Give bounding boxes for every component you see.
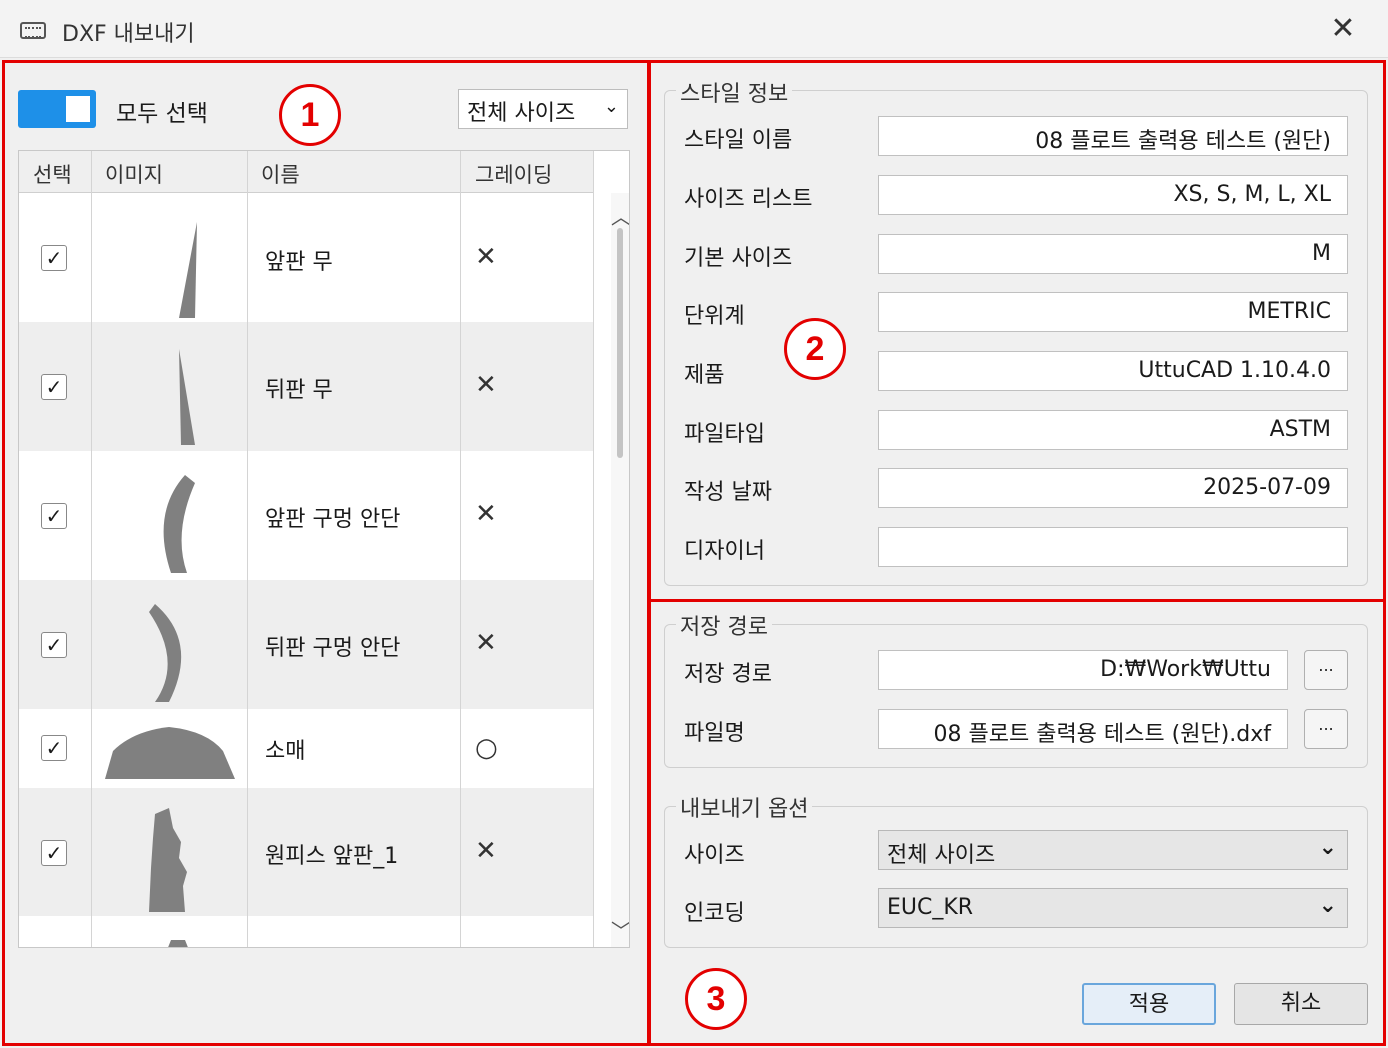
chevron-up-icon[interactable]: ︿ — [611, 201, 629, 230]
save-path-title: 저장 경로 — [676, 609, 772, 641]
row-checkbox[interactable]: ✓ — [41, 503, 67, 529]
pattern-list: 선택 이미지 이름 그레이딩 ✓ 앞판 무 ✕ ✓ 뒤판 무 ✕ ✓ 앞판 구멍… — [18, 150, 630, 948]
file-type-label: 파일타입 — [684, 422, 765, 447]
column-divider — [247, 151, 248, 947]
front-armhole-facing-shape-icon — [163, 475, 195, 573]
save-path-field[interactable]: D:₩Work₩Uttu — [878, 650, 1288, 690]
scrollbar-thumb[interactable] — [617, 228, 623, 458]
file-name-label: 파일명 — [684, 721, 745, 746]
list-item[interactable]: ✓ 소매 ○ — [19, 709, 593, 788]
product-label: 제품 — [684, 363, 725, 388]
export-size-select[interactable]: 전체 사이즈 ⌄ — [878, 830, 1348, 870]
file-name-field[interactable]: 08 플로트 출력용 테스트 (원단).dxf — [878, 709, 1288, 749]
keyboard-icon — [20, 22, 46, 39]
list-item[interactable]: ✓ 앞판 구멍 안단 ✕ — [19, 451, 593, 580]
browse-path-button[interactable]: ... — [1304, 650, 1348, 690]
encoding-label: 인코딩 — [684, 901, 745, 926]
row-checkbox[interactable]: ✓ — [41, 374, 67, 400]
designer-field[interactable] — [878, 527, 1348, 567]
row-name: 앞판 무 — [265, 250, 333, 275]
export-size-value: 전체 사이즈 — [887, 843, 996, 868]
chevron-down-icon: ⌄ — [1318, 835, 1337, 860]
product-field[interactable]: UttuCAD 1.10.4.0 — [878, 351, 1348, 391]
column-divider — [460, 151, 461, 947]
size-list-field[interactable]: XS, S, M, L, XL — [878, 175, 1348, 215]
close-icon[interactable]: ✕ — [1326, 14, 1360, 48]
back-armhole-facing-shape-icon — [149, 604, 182, 702]
row-checkbox[interactable]: ✓ — [41, 840, 67, 866]
save-path-label: 저장 경로 — [684, 662, 772, 687]
grading-status: ✕ — [475, 499, 497, 529]
grading-status: ✕ — [475, 836, 497, 866]
apply-button[interactable]: 적용 — [1082, 983, 1216, 1025]
list-item[interactable] — [19, 916, 593, 947]
grading-status: ✕ — [475, 370, 497, 400]
grading-status: ✕ — [475, 628, 497, 658]
dress-front-shape-icon — [149, 808, 187, 912]
column-image[interactable]: 이미지 — [105, 159, 163, 189]
annotation-badge-2: 2 — [784, 318, 846, 380]
list-header: 선택 이미지 이름 그레이딩 — [19, 151, 593, 193]
row-name: 소매 — [265, 739, 306, 764]
sleeve-shape-icon — [105, 727, 235, 779]
created-date-label: 작성 날짜 — [684, 480, 772, 505]
encoding-select[interactable]: EUC_KR ⌄ — [878, 888, 1348, 928]
select-all-toggle[interactable] — [18, 90, 96, 128]
style-info-title: 스타일 정보 — [676, 76, 793, 108]
size-filter-value: 전체 사이즈 — [467, 101, 576, 126]
cancel-button[interactable]: 취소 — [1234, 983, 1368, 1025]
column-grading[interactable]: 그레이딩 — [475, 159, 552, 189]
column-name[interactable]: 이름 — [261, 159, 300, 189]
style-name-field[interactable]: 08 플로트 출력용 테스트 (원단) — [878, 116, 1348, 156]
annotation-badge-3: 3 — [685, 968, 747, 1030]
row-checkbox[interactable]: ✓ — [41, 735, 67, 761]
select-all-label: 모두 선택 — [116, 101, 208, 127]
style-info-group — [664, 90, 1368, 586]
toggle-knob — [66, 96, 90, 122]
chevron-down-icon[interactable]: ﹀ — [611, 915, 629, 944]
list-scrollbar[interactable]: ︿ ﹀ — [611, 193, 629, 947]
row-name: 앞판 구멍 안단 — [265, 507, 401, 532]
list-item[interactable]: ✓ 뒤판 무 ✕ — [19, 322, 593, 451]
annotation-badge-1: 1 — [279, 84, 341, 146]
row-name: 뒤판 무 — [265, 378, 333, 403]
list-item[interactable]: ✓ 뒤판 구멍 안단 ✕ — [19, 580, 593, 709]
back-piece-shape-icon — [179, 349, 195, 445]
browse-file-button[interactable]: ... — [1304, 709, 1348, 749]
unit-system-label: 단위계 — [684, 304, 745, 329]
row-name: 원피스 앞판_1 — [265, 844, 399, 869]
row-name: 뒤판 구멍 안단 — [265, 636, 401, 661]
grading-status: ○ — [475, 733, 498, 763]
encoding-value: EUC_KR — [887, 895, 974, 920]
chevron-down-icon: ⌄ — [1318, 893, 1337, 918]
base-size-label: 기본 사이즈 — [684, 246, 793, 271]
chevron-down-icon: ⌄ — [603, 96, 619, 117]
partial-piece-shape-icon — [168, 940, 188, 947]
list-item[interactable]: ✓ 원피스 앞판_1 ✕ — [19, 788, 593, 916]
designer-label: 디자이너 — [684, 539, 765, 564]
column-divider — [593, 151, 594, 947]
column-divider — [91, 151, 92, 947]
style-name-label: 스타일 이름 — [684, 128, 793, 153]
grading-status: ✕ — [475, 242, 497, 272]
column-select[interactable]: 선택 — [33, 159, 72, 189]
unit-system-field[interactable]: METRIC — [878, 292, 1348, 332]
created-date-field[interactable]: 2025-07-09 — [878, 468, 1348, 508]
window-title: DXF 내보내기 — [62, 22, 195, 47]
row-checkbox[interactable]: ✓ — [41, 245, 67, 271]
row-checkbox[interactable]: ✓ — [41, 632, 67, 658]
export-size-label: 사이즈 — [684, 843, 745, 868]
size-filter-dropdown[interactable]: 전체 사이즈 ⌄ — [458, 89, 628, 129]
size-list-label: 사이즈 리스트 — [684, 187, 813, 212]
export-options-title: 내보내기 옵션 — [676, 791, 813, 823]
front-piece-shape-icon — [179, 222, 197, 318]
base-size-field[interactable]: M — [878, 234, 1348, 274]
list-item[interactable]: ✓ 앞판 무 ✕ — [19, 194, 593, 322]
file-type-field[interactable]: ASTM — [878, 410, 1348, 450]
title-bar: DXF 내보내기 ✕ — [0, 0, 1388, 58]
